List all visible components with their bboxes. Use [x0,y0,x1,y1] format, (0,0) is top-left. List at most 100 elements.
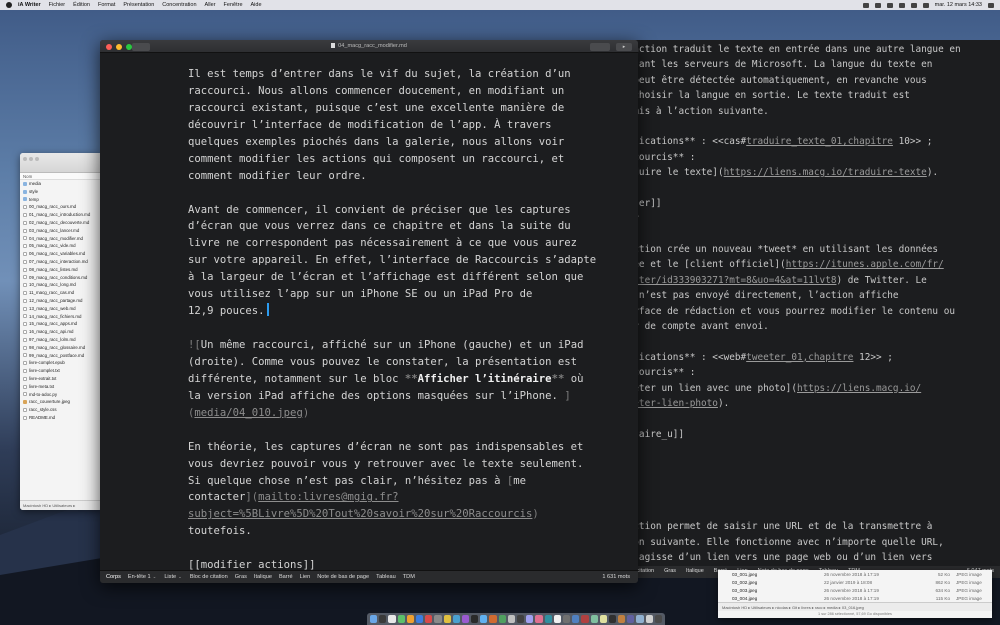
file-item[interactable]: livre-meta.txt [23,383,102,391]
status-icon[interactable] [886,2,893,8]
folder-item[interactable]: temp [23,196,102,204]
status-icon[interactable] [898,2,905,8]
dock-app-icon[interactable] [599,615,607,623]
column-header-name[interactable]: Nom [20,173,102,180]
apple-menu-icon[interactable] [6,2,12,8]
file-item[interactable]: 07_macg_racc_interaction.md [23,258,102,266]
dock-app-icon[interactable] [526,615,534,623]
dock-app-icon[interactable] [636,615,644,623]
file-item[interactable]: 09_macg_racc_conditions.md [23,274,102,282]
dock-app-icon[interactable] [507,615,515,623]
file-row[interactable]: 03_003.jpeg 26 novembre 2018 à 17:19 634 K… [718,586,992,594]
view-mode-button[interactable] [590,42,610,51]
status-item[interactable]: Italique [686,564,704,578]
file-item[interactable]: 00_macg_racc_ours.md [23,203,102,211]
editor-text-area[interactable]: Il est temps d’entrer dans le vif du suj… [100,53,638,570]
file-item[interactable]: 05_macg_racc_vide.md [23,242,102,250]
menu-clock[interactable]: mar. 12 mars 14:33 [935,2,982,8]
folder-item[interactable]: style [23,188,102,196]
file-item[interactable]: racc_style.css [23,406,102,414]
dock-app-icon[interactable] [498,615,506,623]
file-item[interactable]: 06_macg_racc_variables.md [23,250,102,258]
style-table[interactable]: Tableau [376,574,396,580]
file-item[interactable]: 11_macg_racc_cas.md [23,289,102,297]
menu-fichier[interactable]: Fichier [49,2,66,8]
file-row[interactable]: 03_001.jpeg 26 novembre 2018 à 17:19 52 Ko… [718,570,992,578]
status-icon[interactable] [874,2,881,8]
dock-app-icon[interactable] [434,615,442,623]
dock-app-icon[interactable] [654,615,662,623]
dock-app-icon[interactable] [452,615,460,623]
dock-app-icon[interactable] [618,615,626,623]
style-link[interactable]: Lien [300,574,311,580]
dock-app-icon[interactable] [443,615,451,623]
dock-app-icon[interactable] [461,615,470,623]
file-row[interactable]: 03_004.jpeg 26 novembre 2018 à 17:19 115 K… [718,594,992,602]
dock-app-icon[interactable] [590,615,598,623]
file-item[interactable]: livre-complet.epub [23,359,102,367]
file-item[interactable]: 13_macg_racc_web.md [23,305,102,313]
file-item[interactable]: 14_macg_racc_fichiers.md [23,313,102,321]
menu-concentration[interactable]: Concentration [162,2,196,8]
file-item[interactable]: livre-complet.txt [23,367,102,375]
zoom-button[interactable] [35,157,39,161]
dock-app-icon[interactable] [608,615,617,623]
word-count[interactable]: 1 631 mots [602,574,630,580]
file-item[interactable]: 15_macg_racc_apps.md [23,320,102,328]
file-item[interactable]: 01_macg_racc_introduction.md [23,211,102,219]
status-icon[interactable] [862,2,869,8]
wifi-icon[interactable] [910,2,917,8]
menu-presentation[interactable]: Présentation [123,2,154,8]
dock-app-icon[interactable] [388,615,396,623]
dock-app-icon[interactable] [572,615,580,623]
menu-fenetre[interactable]: Fenêtre [224,2,243,8]
file-item[interactable]: 03_macg_racc_lancer.md [23,227,102,235]
status-item[interactable]: Gras [664,564,676,578]
dock-app-icon[interactable] [370,615,378,623]
style-italic[interactable]: Italique [254,574,272,580]
folder-item[interactable]: media [23,180,102,188]
file-row[interactable]: 03_002.jpeg 22 janvier 2019 à 18:08 862 Ko… [718,578,992,586]
menu-edition[interactable]: Édition [73,2,90,8]
file-item[interactable]: 02_macg_racc_decouverte.md [23,219,102,227]
minimize-button[interactable] [29,157,33,161]
style-strikethrough[interactable]: Barré [279,574,293,580]
dock-app-icon[interactable] [415,615,424,623]
dock-app-icon[interactable] [471,615,479,623]
style-toc[interactable]: TDM [403,574,415,580]
dock-app-icon[interactable] [562,615,571,623]
preview-button[interactable]: ▸ [616,42,632,51]
dock-app-icon[interactable] [425,615,433,623]
menu-aide[interactable]: Aide [251,2,262,8]
file-item[interactable]: 04_macg_racc_modifier.md [23,235,102,243]
dock-app-icon[interactable] [553,615,561,623]
file-item[interactable]: livre-extrait.txt [23,375,102,383]
search-icon[interactable] [988,2,994,8]
file-item[interactable]: 12_macg_racc_partage.md [23,297,102,305]
file-item[interactable]: racc_couverture.jpeg [23,398,102,406]
file-item[interactable]: 10_macg_racc_long.md [23,281,102,289]
menu-aller[interactable]: Aller [205,2,216,8]
dock-app-icon[interactable] [489,615,497,623]
style-heading1[interactable]: En-tête 1 [128,574,151,580]
dock-app-icon[interactable] [480,615,488,623]
dock-app-icon[interactable] [517,615,525,623]
file-item[interactable]: 97_macg_racc_lolm.md [23,336,102,344]
file-item[interactable]: md-to-adoc.py [23,391,102,399]
style-body[interactable]: Corps [106,574,121,580]
close-button[interactable] [23,157,27,161]
file-item[interactable]: 99_macg_racc_postface.md [23,352,102,360]
dock-app-icon[interactable] [397,615,405,623]
style-bold[interactable]: Gras [235,574,247,580]
style-blockquote[interactable]: Bloc de citation [190,574,228,580]
dock-app-icon[interactable] [535,615,543,623]
style-list[interactable]: Liste [164,574,176,580]
menu-app-name[interactable]: iA Writer [18,2,41,8]
file-item[interactable]: 08_macg_racc_listes.md [23,266,102,274]
dock-app-icon[interactable] [544,615,552,623]
dock-app-icon[interactable] [379,615,387,623]
dock-app-icon[interactable] [581,615,589,623]
dock-app-icon[interactable] [406,615,414,623]
menu-format[interactable]: Format [98,2,115,8]
file-item[interactable]: 98_macg_racc_glossaire.md [23,344,102,352]
